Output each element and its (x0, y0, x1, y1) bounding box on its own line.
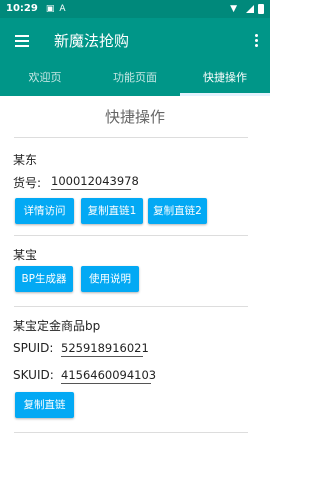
image-icon: ▣ (45, 4, 55, 14)
jd-copy-link2-button[interactable]: 复制直链2 (148, 198, 207, 224)
status-bar: 10:29 ▣ A ▼ (0, 0, 270, 18)
menu-icon[interactable] (0, 18, 44, 63)
divider (14, 306, 248, 307)
divider (14, 137, 248, 138)
taobao-heading: 某宝 (13, 248, 38, 262)
status-time: 10:29 (6, 3, 38, 14)
tab-features[interactable]: 功能页面 (90, 63, 180, 96)
page-title: 快捷操作 (104, 108, 165, 126)
tab-quick-actions[interactable]: 快捷操作 (180, 63, 270, 96)
wifi-icon: ▼ (230, 4, 237, 14)
jd-item-label: 货号: (13, 176, 42, 190)
jd-heading: 某东 (13, 153, 38, 167)
skuid-label: SKUID: (13, 368, 54, 382)
bp-generator-button[interactable]: BP生成器 (15, 266, 73, 292)
jd-copy-link1-button[interactable]: 复制直链1 (81, 198, 143, 224)
deposit-heading: 某宝定金商品bp (13, 319, 101, 333)
text-icon: A (59, 4, 66, 14)
divider (14, 432, 248, 433)
skuid-input[interactable]: 4156460094103 (61, 368, 156, 384)
spuid-label: SPUID: (13, 341, 54, 355)
divider (14, 235, 248, 236)
more-options-icon[interactable] (242, 18, 270, 63)
battery-icon (258, 4, 264, 14)
tab-welcome[interactable]: 欢迎页 (0, 63, 90, 96)
jd-item-input[interactable]: 100012043978 (51, 174, 139, 190)
usage-guide-button[interactable]: 使用说明 (81, 266, 139, 292)
jd-detail-button[interactable]: 详情访问 (15, 198, 74, 224)
signal-icon (246, 5, 254, 13)
tab-bar: 欢迎页 功能页面 快捷操作 (0, 63, 270, 96)
app-title: 新魔法抢购 (54, 32, 130, 50)
spuid-input[interactable]: 525918916021 (61, 341, 149, 357)
deposit-copy-link-button[interactable]: 复制直链 (15, 392, 74, 418)
app-bar: 新魔法抢购 (0, 18, 270, 63)
